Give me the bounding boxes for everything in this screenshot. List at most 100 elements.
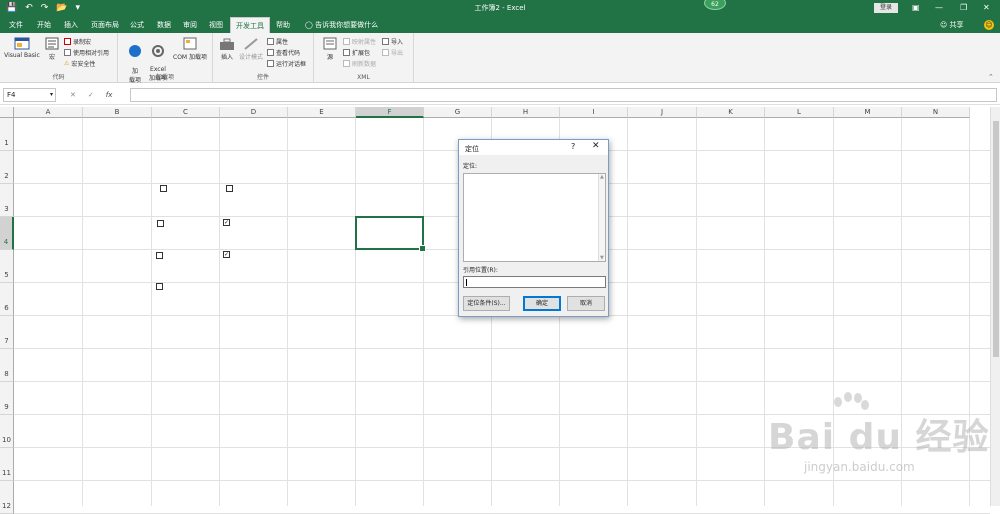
column-header-i[interactable]: I [560,107,628,118]
column-header-k[interactable]: K [697,107,765,118]
feedback-smiley-icon[interactable]: ☺ [984,20,994,30]
row-header-5[interactable]: 5 [0,250,14,283]
gridline [14,348,990,349]
row-header-7[interactable]: 7 [0,316,14,349]
checkbox-d4[interactable]: ✓ [223,219,230,226]
select-all-corner[interactable] [0,107,14,118]
column-header-g[interactable]: G [424,107,492,118]
group-label-xml: XML [357,74,370,81]
column-header-m[interactable]: M [834,107,902,118]
macro-security-button[interactable]: ⚠ 宏安全性 [64,59,95,68]
column-header-f[interactable]: F [356,107,424,118]
dialog-title: 定位 [465,145,479,153]
gridline [14,414,990,415]
tab-view[interactable]: 视图 [204,17,228,33]
checkbox-c6[interactable] [156,283,163,290]
insert-control-button[interactable]: 插入 [217,37,237,61]
xml-source-icon [323,37,337,50]
tell-me-text: 告诉我你想要做什么 [315,21,379,29]
import-button[interactable]: 导入 [382,37,403,46]
cancel-icon[interactable]: ✕ [70,88,76,102]
row-header-10[interactable]: 10 [0,415,14,448]
tab-home[interactable]: 开始 [32,17,56,33]
ribbon-display-options-icon[interactable]: ▣ [912,2,920,14]
column-header-j[interactable]: J [628,107,697,118]
scroll-down-icon[interactable]: ▼ [600,255,604,261]
close-window-icon[interactable]: ✕ [983,2,990,14]
record-macro-button[interactable]: 录制宏 [64,37,91,46]
cancel-button[interactable]: 取消 [567,296,605,311]
formula-input[interactable] [130,88,997,102]
ok-button[interactable]: 确定 [523,296,561,311]
tab-developer[interactable]: 开发工具 [230,17,270,33]
com-addins-icon [183,37,197,50]
tab-formulas[interactable]: 公式 [125,17,149,33]
name-box-value: F4 [7,91,16,99]
login-button[interactable]: 登录 [874,3,898,13]
enter-icon[interactable]: ✓ [88,88,94,102]
map-properties-button[interactable]: 映射属性 [343,37,376,46]
column-header-e[interactable]: E [288,107,356,118]
tell-me-search[interactable]: ◯ 告诉我你想要做什么 [300,17,383,33]
tab-file[interactable]: 文件 [4,17,28,33]
scrollbar-thumb[interactable] [993,121,999,357]
properties-icon [267,38,274,45]
tab-insert[interactable]: 插入 [59,17,83,33]
row-header-3[interactable]: 3 [0,184,14,217]
close-icon[interactable]: ✕ [592,141,600,151]
active-cell-f4[interactable] [355,216,426,252]
checkbox-c3[interactable] [160,185,167,192]
name-box[interactable]: F4 ▾ [3,88,56,102]
checkbox-d5[interactable]: ✓ [223,251,230,258]
design-mode-button[interactable]: 设计模式 [237,37,265,61]
row-header-12[interactable]: 12 [0,481,14,514]
row-header-11[interactable]: 11 [0,448,14,481]
tab-data[interactable]: 数据 [152,17,176,33]
share-button[interactable]: ☺ 共享 [940,17,964,33]
checkbox-c4[interactable] [157,220,164,227]
minimize-icon[interactable]: — [935,2,943,14]
row-header-4[interactable]: 4 [0,217,14,250]
column-header-c[interactable]: C [152,107,220,118]
run-dialog-button[interactable]: 运行对话框 [267,59,306,68]
xml-source-button[interactable]: 源 [320,37,340,61]
com-addins-button[interactable]: COM 加载项 [171,37,209,61]
column-header-n[interactable]: N [902,107,970,118]
store-addins-icon [129,45,141,57]
refresh-data-button[interactable]: 刷新数据 [343,59,376,68]
row-header-6[interactable]: 6 [0,283,14,316]
tab-review[interactable]: 审阅 [178,17,202,33]
column-header-a[interactable]: A [14,107,83,118]
restore-icon[interactable]: ❐ [960,2,967,14]
row-number: 11 [2,469,11,477]
column-header-h[interactable]: H [492,107,560,118]
vertical-scrollbar[interactable] [990,107,1000,506]
collapse-ribbon-icon[interactable]: ⌃ [988,73,994,81]
list-scrollbar[interactable]: ▲ ▼ [598,174,605,261]
column-header-d[interactable]: D [220,107,288,118]
goto-list[interactable]: ▲ ▼ [463,173,606,262]
tab-help[interactable]: 帮助 [271,17,295,33]
chevron-down-icon[interactable]: ▾ [50,89,53,101]
special-button[interactable]: 定位条件(S)... [463,296,510,311]
column-header-b[interactable]: B [83,107,152,118]
checkbox-d3[interactable] [226,185,233,192]
row-header-8[interactable]: 8 [0,349,14,382]
tab-page-layout[interactable]: 页面布局 [86,17,124,33]
macros-button[interactable]: 宏 [43,37,61,61]
scroll-up-icon[interactable]: ▲ [600,174,604,180]
help-icon[interactable]: ? [571,142,575,151]
row-header-9[interactable]: 9 [0,382,14,415]
row-header-1[interactable]: 1 [0,118,14,151]
export-button[interactable]: 导出 [382,48,403,57]
use-relative-references-button[interactable]: 使用相对引用 [64,48,109,57]
visual-basic-button[interactable]: Visual Basic [3,37,41,59]
view-code-button[interactable]: 查看代码 [267,48,300,57]
column-header-l[interactable]: L [765,107,834,118]
properties-button[interactable]: 属性 [267,37,288,46]
insert-function-icon[interactable]: fx [106,88,113,102]
row-header-2[interactable]: 2 [0,151,14,184]
expansion-packs-button[interactable]: 扩展包 [343,48,370,57]
checkbox-c5[interactable] [156,252,163,259]
reference-input[interactable] [463,276,606,288]
